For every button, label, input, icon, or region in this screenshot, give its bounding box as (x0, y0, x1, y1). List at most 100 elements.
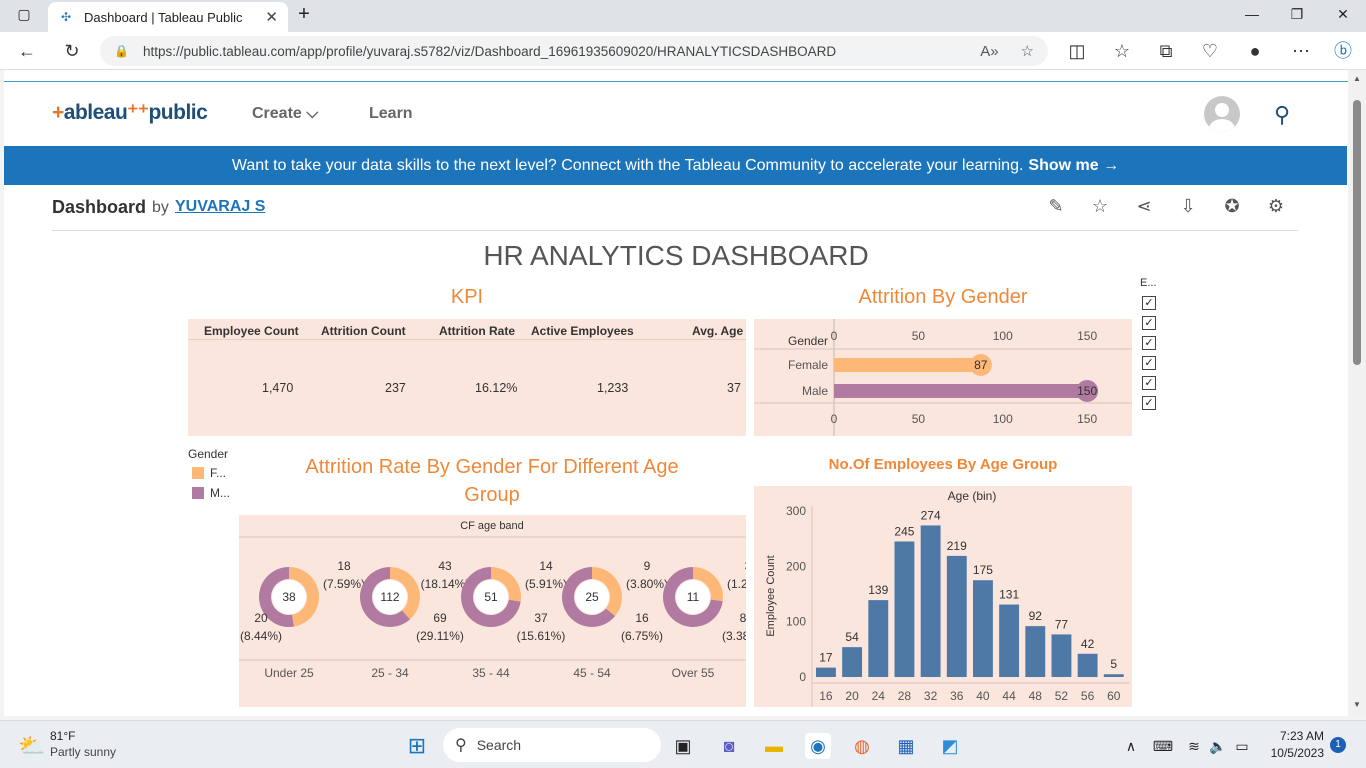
bar (946, 555, 967, 677)
filter-checkbox[interactable]: ✓ (1142, 396, 1156, 410)
download-icon[interactable]: ⇩ (1177, 196, 1199, 217)
donut-total: 25 (585, 590, 599, 604)
firefox-icon[interactable]: ◍ (849, 733, 875, 759)
data-label: 150 (1077, 384, 1097, 398)
filter-checkbox[interactable]: ✓ (1142, 316, 1156, 330)
x-tick-label: 36 (950, 689, 964, 703)
bar (834, 358, 981, 372)
banner-link[interactable]: Show me → (1028, 157, 1119, 175)
age-band-label: Under 25 (264, 666, 314, 680)
clock[interactable]: 7:23 AM 10/5/2023 (1262, 729, 1324, 760)
photos-icon[interactable]: ◩ (937, 733, 963, 759)
data-label: 245 (894, 524, 914, 538)
filter-checkbox[interactable]: ✓ (1142, 296, 1156, 310)
read-aloud-icon[interactable]: A» (980, 43, 998, 60)
url-field[interactable]: 🔒 https://public.tableau.com/app/profile… (100, 36, 1048, 66)
x-tick-top: 150 (1077, 329, 1097, 343)
edge-icon[interactable]: ◉ (805, 733, 831, 759)
more-icon[interactable]: ⋯ (1290, 41, 1312, 61)
x-tick-top: 100 (993, 329, 1013, 343)
avatar[interactable] (1204, 96, 1240, 132)
battery-icon[interactable]: ▭ (1229, 733, 1255, 759)
x-tick-label: 44 (1002, 689, 1016, 703)
row-header: Gender (788, 334, 828, 348)
wifi-icon[interactable]: ≋ (1181, 733, 1207, 759)
start-icon[interactable]: ⊞ (404, 733, 430, 759)
edit-icon[interactable]: ✎ (1045, 196, 1067, 217)
favorite-icon[interactable]: ☆ (1089, 196, 1111, 217)
volume-icon[interactable]: 🔈 (1205, 733, 1231, 759)
taskbar-search[interactable]: ⚲ Search (443, 728, 661, 762)
male-count-label: 16 (635, 611, 649, 625)
attrition-gender-chart: Gender 005050100100150150Female 87Male 150 (754, 319, 1132, 436)
weather-desc: Partly sunny (50, 745, 117, 759)
bar (1051, 634, 1072, 677)
data-label: 175 (973, 563, 993, 577)
age-attrition-chart: CF age band3818(7.59%)20(8.44%)Under 251… (239, 520, 769, 680)
kpi-value: 1,470 (262, 381, 294, 395)
bar (1077, 653, 1098, 677)
nav-create[interactable]: Create ⌵ (252, 105, 318, 123)
viz-name: Dashboard (52, 197, 147, 217)
bing-icon[interactable]: ⓑ (1332, 41, 1354, 61)
awards-icon[interactable]: ✪ (1221, 196, 1243, 217)
profile-icon[interactable]: ● (1244, 41, 1266, 61)
meet-icon[interactable]: ◙ (716, 733, 742, 759)
browser-tab[interactable]: ✣ Dashboard | Tableau Public ✕ (48, 2, 288, 32)
favorite-icon[interactable]: ☆ (1021, 42, 1034, 60)
settings-icon[interactable]: ⚙ (1265, 196, 1287, 217)
store-icon[interactable]: ▦ (893, 733, 919, 759)
male-count-label: 20 (254, 611, 268, 625)
scroll-up-icon[interactable]: ▲ (1353, 74, 1361, 83)
keyboard-icon[interactable]: ⌨ (1150, 733, 1176, 759)
show-hidden-icons-icon[interactable]: ∧ (1118, 733, 1144, 759)
taskbar-search-label: Search (476, 737, 522, 753)
new-tab-icon[interactable]: + (294, 3, 314, 26)
tab-actions-icon[interactable]: ▢ (14, 6, 34, 23)
scrollbar-thumb[interactable] (1353, 100, 1361, 365)
windows-taskbar: ⛅ 81°F Partly sunny ⊞ ⚲ Search ▣ ◙ ▬ ◉ ◍… (0, 720, 1366, 768)
refresh-icon[interactable]: ↻ (61, 41, 83, 61)
maximize-icon[interactable]: ❐ (1287, 6, 1307, 23)
close-icon[interactable]: ✕ (265, 8, 278, 26)
female-pct-label: (5.91%) (525, 577, 567, 591)
filter-checkbox[interactable]: ✓ (1142, 336, 1156, 350)
legend-label-female[interactable]: F... (210, 466, 226, 480)
scroll-down-icon[interactable]: ▼ (1353, 700, 1361, 709)
back-icon[interactable]: ← (16, 41, 38, 61)
kpi-header: Employee Count (204, 324, 299, 338)
notification-badge[interactable]: 1 (1330, 737, 1346, 753)
filter-checkbox[interactable]: ✓ (1142, 356, 1156, 370)
x-tick-bottom: 100 (993, 412, 1013, 426)
file-explorer-icon[interactable]: ▬ (761, 733, 787, 759)
nav-learn[interactable]: Learn (369, 105, 413, 123)
female-count-label: 18 (337, 559, 351, 573)
favorites-list-icon[interactable]: ☆ (1111, 41, 1133, 61)
bar (868, 600, 889, 677)
author-link[interactable]: YUVARAJ S (175, 198, 265, 216)
task-view-icon[interactable]: ▣ (670, 733, 696, 759)
window-close-icon[interactable]: ✕ (1333, 6, 1353, 23)
vertical-scrollbar[interactable]: ▲ ▼ (1349, 70, 1366, 716)
gender-legend-title: Gender (188, 447, 229, 461)
age-group-chart: Age (bin)Employee Count01002003001716542… (765, 489, 1130, 707)
share-icon[interactable]: ⋖ (1133, 196, 1155, 217)
legend-swatch-female[interactable] (192, 467, 204, 479)
x-tick-top: 0 (831, 329, 838, 343)
legend-label-male[interactable]: M... (210, 486, 230, 500)
tab-title: Dashboard | Tableau Public (84, 9, 243, 25)
legend-swatch-male[interactable] (192, 487, 204, 499)
x-tick-label: 56 (1081, 689, 1095, 703)
kpi-divider (188, 339, 746, 340)
kpi-value: 16.12% (475, 381, 518, 395)
male-pct-label: (8.44%) (240, 629, 282, 643)
collections-icon[interactable]: ⧉ (1155, 41, 1177, 61)
search-icon[interactable]: ⚲ (1274, 102, 1290, 128)
minimize-icon[interactable]: — (1242, 6, 1262, 22)
tableau-public-logo[interactable]: +ableau⁺⁺public (52, 100, 208, 125)
filter-checkbox[interactable]: ✓ (1142, 376, 1156, 390)
x-tick-label: 32 (924, 689, 938, 703)
split-screen-icon[interactable]: ◫ (1066, 41, 1088, 61)
data-label: 54 (845, 630, 859, 644)
browser-essentials-icon[interactable]: ♡ (1199, 41, 1221, 61)
